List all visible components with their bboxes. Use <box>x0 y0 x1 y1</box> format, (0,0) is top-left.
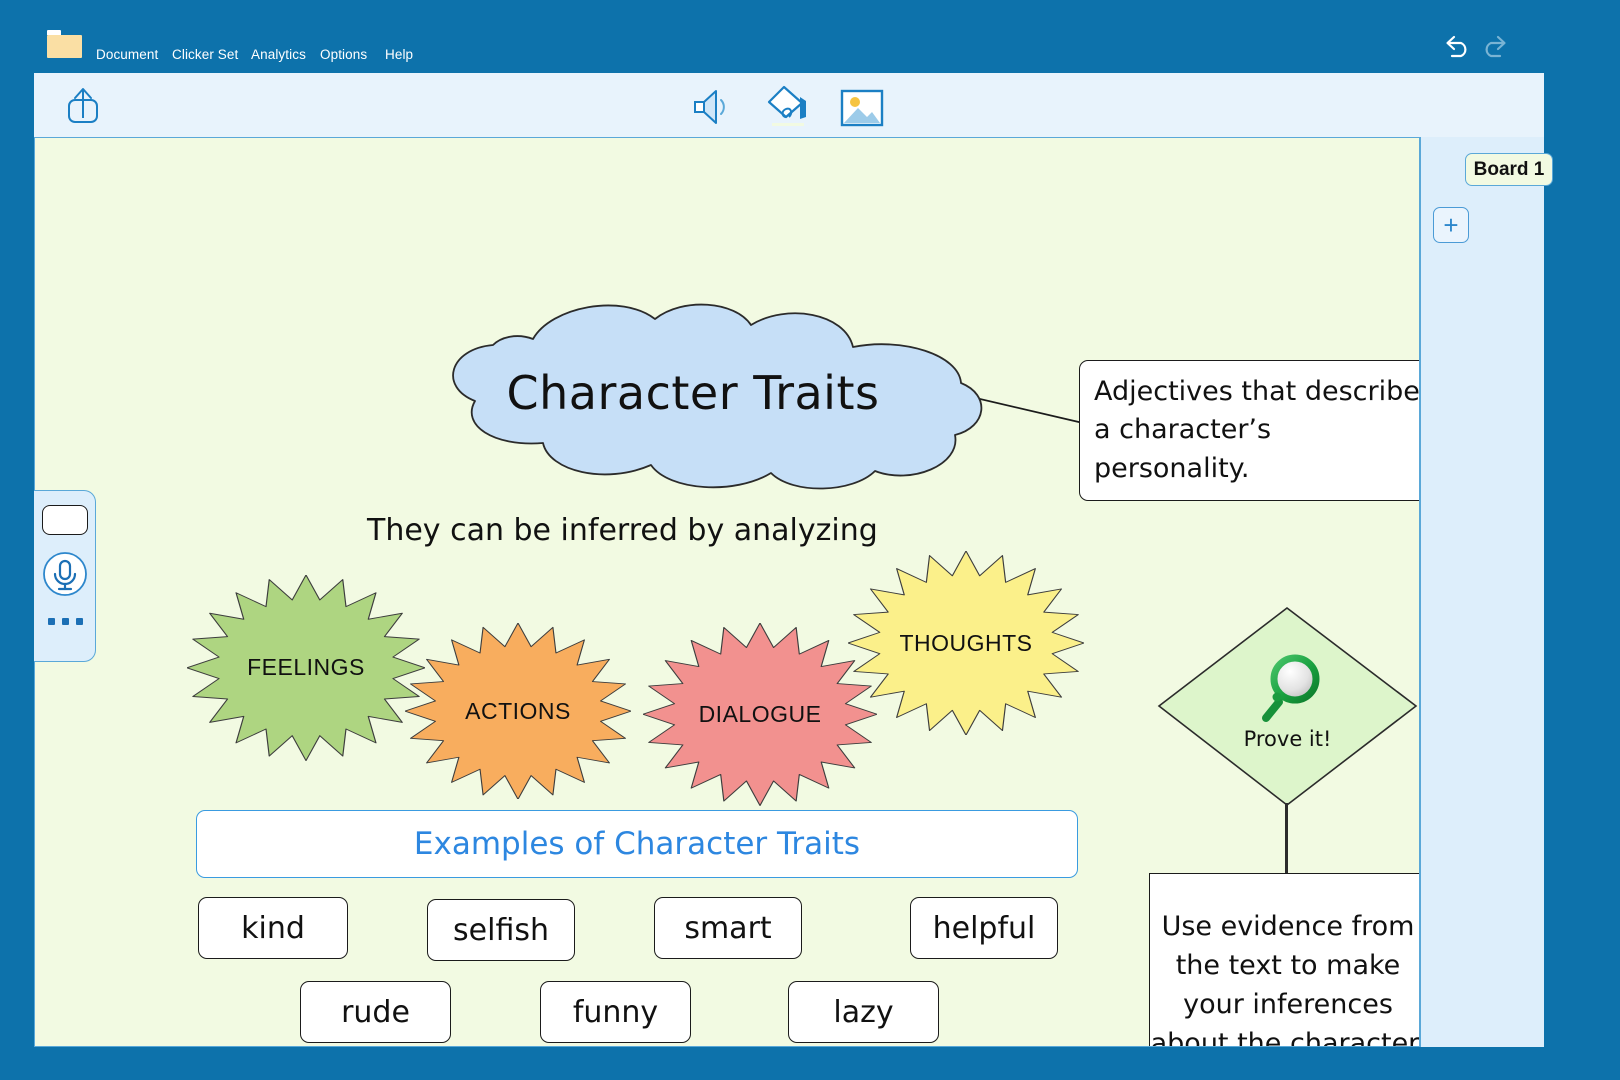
word-card-rude[interactable]: rude <box>300 981 451 1043</box>
star-burst-dialogue[interactable]: DIALOGUE <box>643 623 877 806</box>
star-burst-actions[interactable]: ACTIONS <box>405 623 631 800</box>
boards-panel: Board 1 + <box>1420 137 1553 1047</box>
star-shape <box>848 551 1084 736</box>
adjectives-note-box[interactable]: Adjectives that describe a character’s p… <box>1079 360 1420 501</box>
board-canvas[interactable]: Character Traits Adjectives that describ… <box>34 137 1420 1047</box>
star-shape <box>405 623 631 800</box>
examples-header-box[interactable]: Examples of Character Traits <box>196 810 1078 878</box>
main-toolbar <box>34 73 1544 137</box>
word-card-kind[interactable]: kind <box>198 897 348 959</box>
magnifying-glass-icon <box>1262 654 1320 722</box>
adjectives-line-1: Adjectives that describe <box>1094 376 1420 407</box>
board-tab-1[interactable]: Board 1 <box>1465 153 1553 186</box>
cloud-title-text: Character Traits <box>506 366 880 420</box>
menu-item-document[interactable]: Document <box>96 47 158 62</box>
redo-arrow-icon[interactable] <box>1479 32 1509 60</box>
menu-item-options[interactable]: Options <box>320 47 367 62</box>
evidence-line-3: your inferences <box>1183 989 1393 1020</box>
text-box-tool[interactable] <box>42 505 88 535</box>
evidence-note-box[interactable]: Use evidence from the text to make your … <box>1149 873 1420 1047</box>
ellipsis-dot <box>47 617 55 625</box>
adjectives-line-2: a character’s personality. <box>1094 414 1272 484</box>
star-shape <box>643 623 877 806</box>
share-icon[interactable] <box>61 84 105 128</box>
cloud-shape-title[interactable]: Character Traits <box>383 299 1003 493</box>
microphone-icon[interactable] <box>42 551 88 597</box>
undo-arrow-icon[interactable] <box>1443 32 1473 60</box>
connector-line-diamond-to-note <box>1285 803 1288 875</box>
application-window: Character Traits Adjectives that describ… <box>34 73 1553 1047</box>
word-card-lazy[interactable]: lazy <box>788 981 939 1043</box>
speaker-icon[interactable] <box>689 85 737 129</box>
word-card-helpful[interactable]: helpful <box>910 897 1058 959</box>
word-card-selfish[interactable]: selfish <box>427 899 575 961</box>
title-menu-bar: Document Clicker Set Analytics Options H… <box>0 0 1620 73</box>
inferred-by-text: They can be inferred by analyzing <box>367 513 878 548</box>
star-burst-thoughts[interactable]: THOUGHTS <box>848 551 1084 736</box>
more-options-ellipsis[interactable] <box>42 607 88 635</box>
evidence-line-4: about the character. <box>1150 1028 1420 1047</box>
prove-it-label: Prove it! <box>1243 727 1332 751</box>
word-card-smart[interactable]: smart <box>654 897 802 959</box>
folder-icon[interactable] <box>47 30 82 58</box>
evidence-line-2: the text to make <box>1175 949 1401 981</box>
evidence-line-1: Use evidence from <box>1161 910 1415 942</box>
menu-item-analytics[interactable]: Analytics <box>251 47 306 62</box>
star-shape <box>187 575 425 761</box>
folder-icon-body <box>47 35 82 58</box>
menu-item-clicker-set[interactable]: Clicker Set <box>172 47 238 62</box>
menu-item-help[interactable]: Help <box>385 47 413 62</box>
left-tool-dock <box>34 490 96 662</box>
star-burst-feelings[interactable]: FEELINGS <box>187 575 425 761</box>
picture-icon[interactable] <box>838 86 886 130</box>
ellipsis-dot <box>75 617 83 625</box>
add-board-button[interactable]: + <box>1433 207 1469 243</box>
ellipsis-dot <box>61 617 69 625</box>
word-card-funny[interactable]: funny <box>540 981 691 1043</box>
paint-pen-icon[interactable] <box>762 83 814 131</box>
